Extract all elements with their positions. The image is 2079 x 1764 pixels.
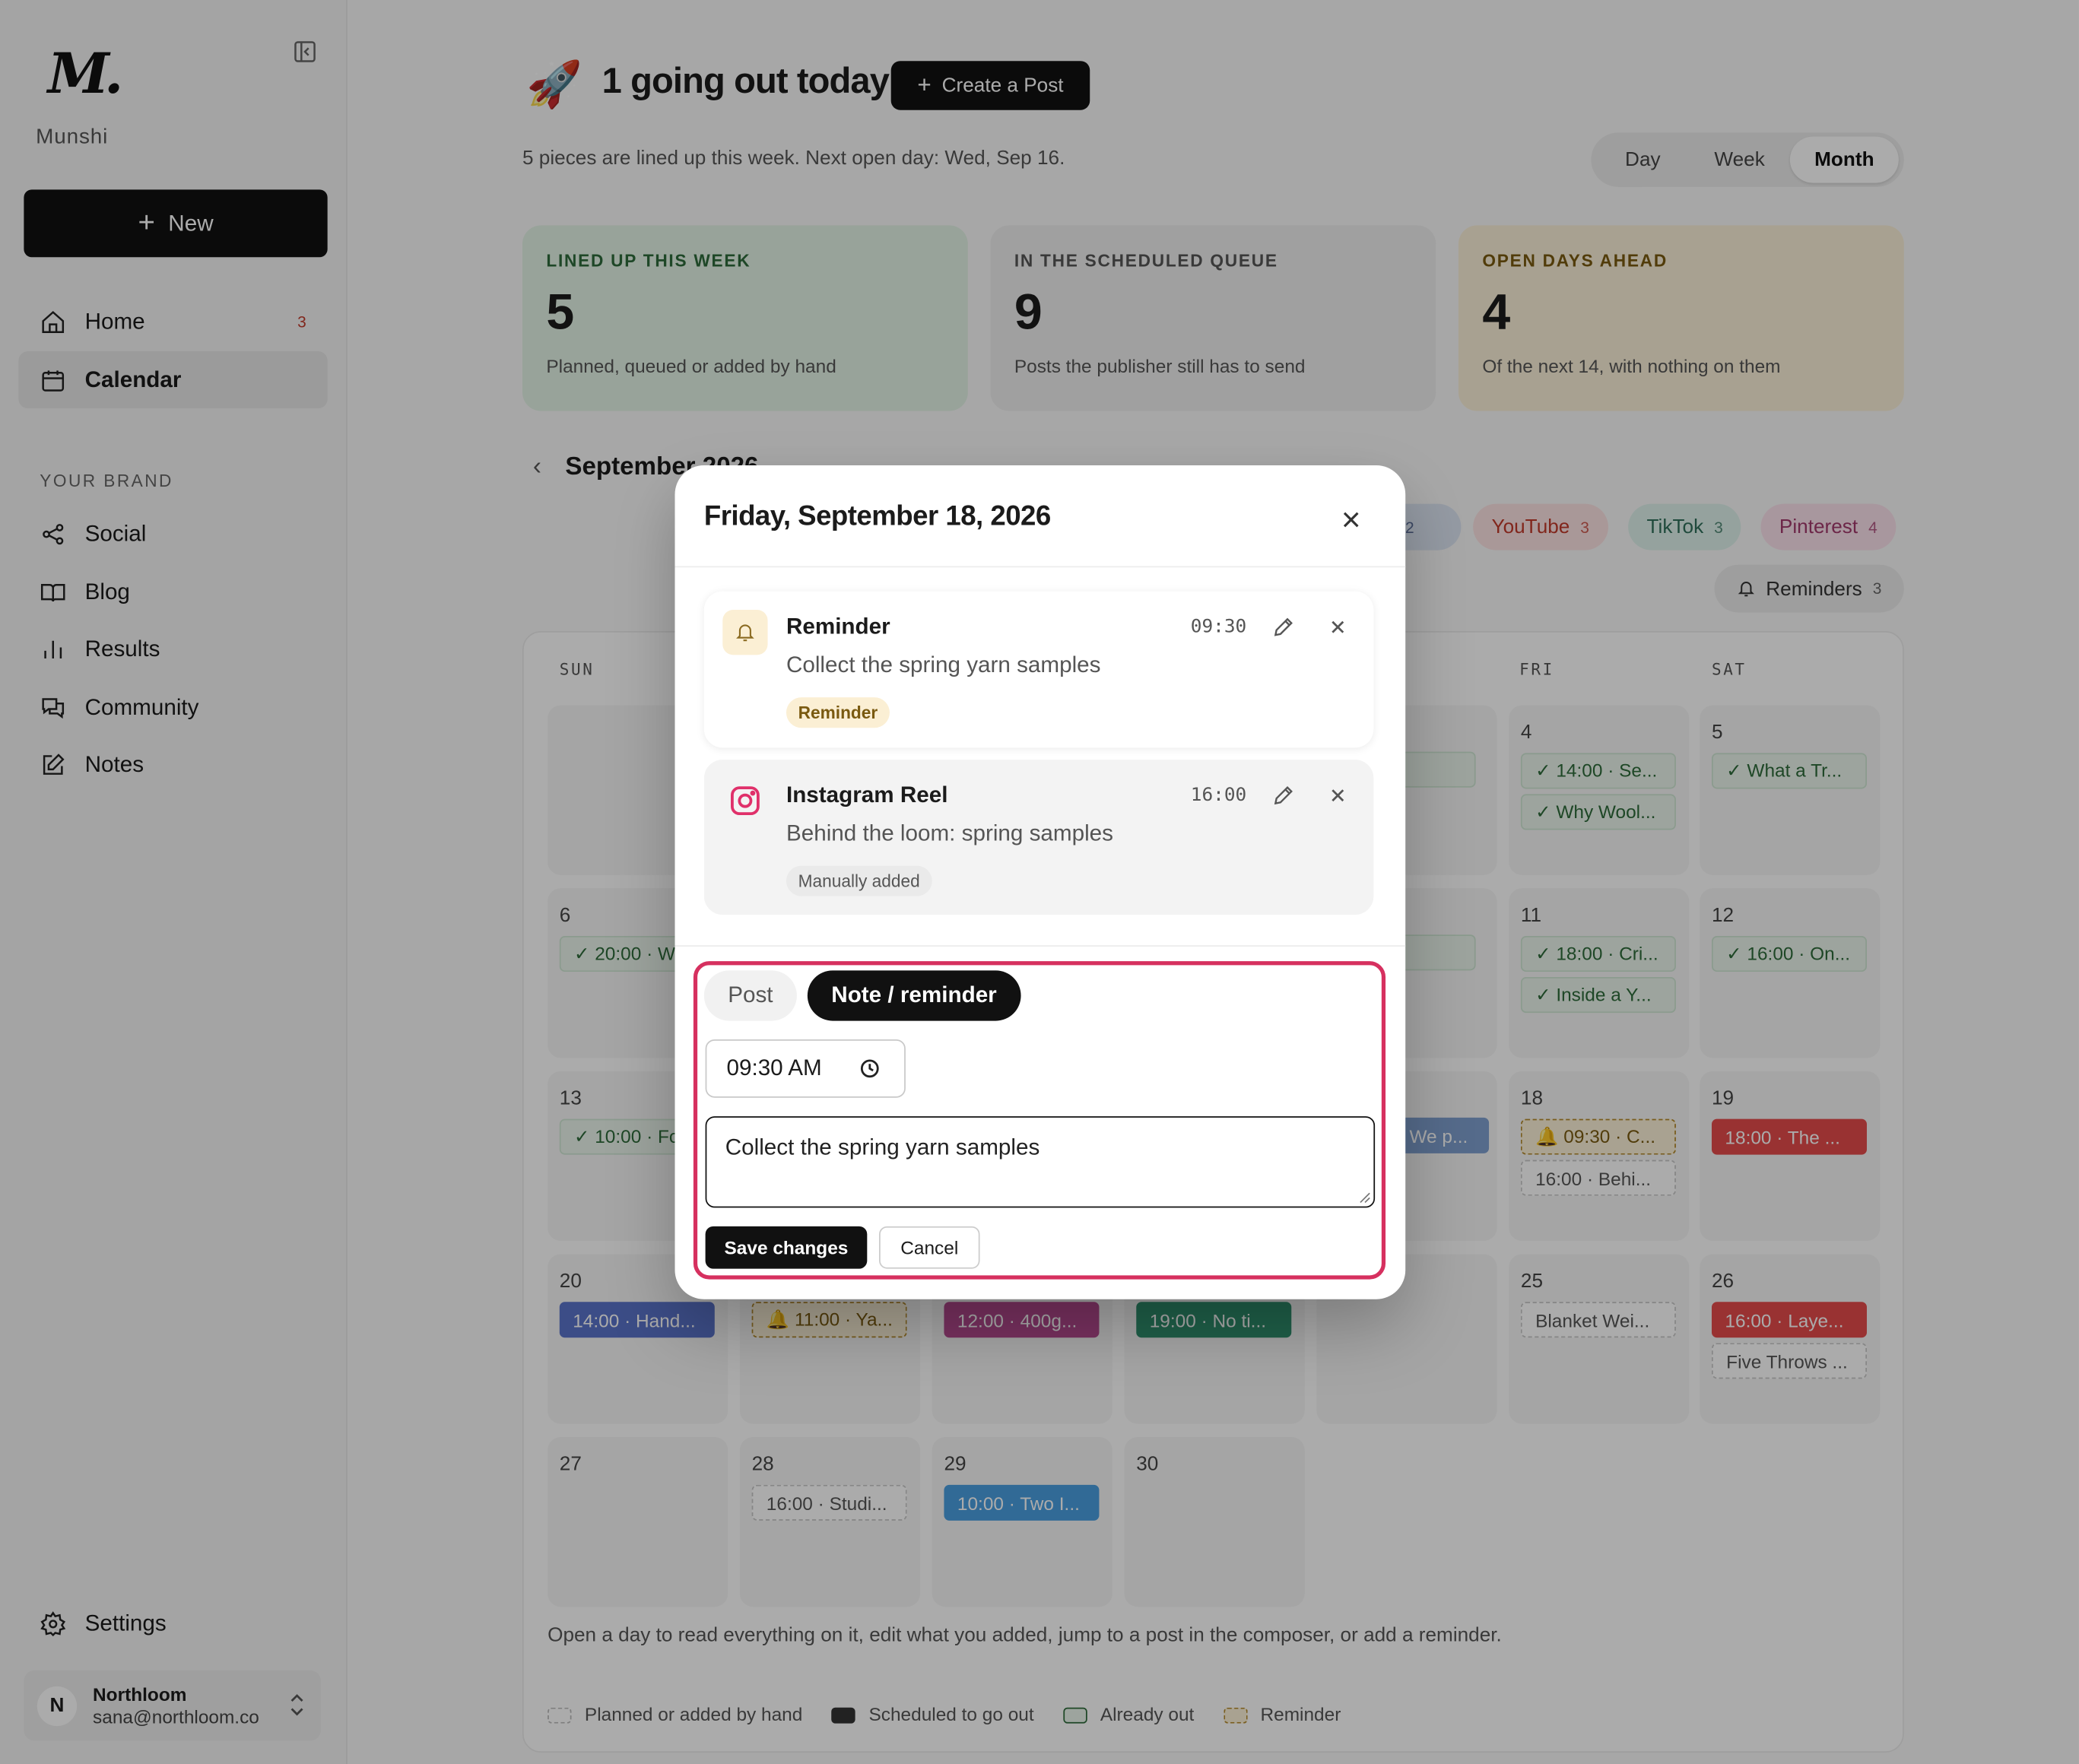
divider: [674, 945, 1406, 947]
pencil-icon[interactable]: [1271, 783, 1295, 807]
note-text: Collect the spring yarn samples: [725, 1134, 1040, 1160]
time-value: 09:30 AM: [726, 1055, 822, 1081]
delete-x-icon[interactable]: [1327, 785, 1348, 806]
cancel-button[interactable]: Cancel: [879, 1226, 980, 1269]
entry-reminder[interactable]: Reminder Collect the spring yarn samples…: [703, 591, 1374, 748]
note-textarea[interactable]: Collect the spring yarn samples: [705, 1116, 1376, 1208]
close-icon[interactable]: [1337, 505, 1366, 534]
divider: [674, 566, 1406, 568]
modal-title: Friday, September 18, 2026: [703, 501, 1051, 532]
entry-title: Reminder: [786, 614, 890, 639]
entry-body: Behind the loom: spring samples: [786, 820, 1113, 846]
entry-type-tabs: Post Note / reminder: [703, 970, 1021, 1021]
entry-body: Collect the spring yarn samples: [786, 652, 1101, 677]
entry-time: 16:00: [1190, 785, 1247, 807]
entry-title: Instagram Reel: [786, 782, 948, 807]
delete-x-icon[interactable]: [1327, 617, 1348, 638]
bell-icon: [722, 610, 768, 655]
entry-instagram-reel[interactable]: Instagram Reel Behind the loom: spring s…: [703, 760, 1374, 915]
tab-post[interactable]: Post: [703, 970, 797, 1021]
day-detail-modal: Friday, September 18, 2026 Reminder Coll…: [674, 465, 1406, 1299]
resize-grip-icon[interactable]: [1359, 1191, 1371, 1204]
save-changes-button[interactable]: Save changes: [705, 1226, 868, 1269]
pencil-icon[interactable]: [1271, 615, 1295, 639]
instagram-icon: [722, 778, 767, 823]
entry-time: 09:30: [1190, 616, 1247, 638]
time-input[interactable]: 09:30 AM: [705, 1039, 906, 1098]
tab-note-reminder[interactable]: Note / reminder: [807, 970, 1021, 1021]
clock-icon[interactable]: [859, 1058, 881, 1079]
entry-tag: Reminder: [786, 697, 890, 728]
entry-tag: Manually added: [786, 865, 932, 896]
